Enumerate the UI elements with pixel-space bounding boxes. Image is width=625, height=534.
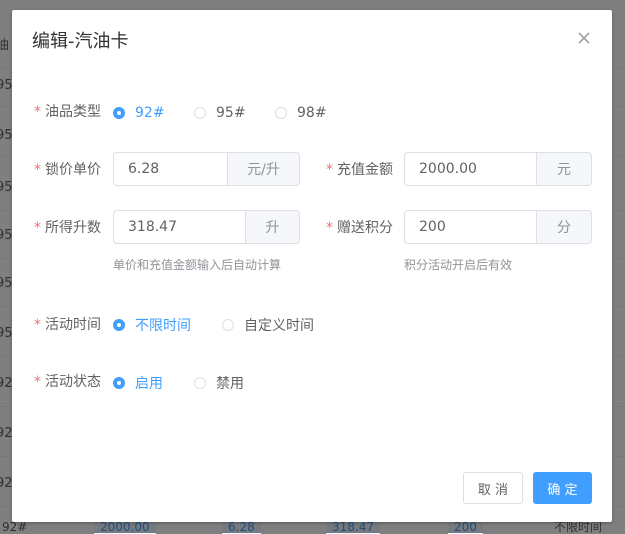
- recharge-amount-label: * 充值金额: [326, 162, 393, 178]
- lock-price-input[interactable]: [113, 152, 227, 186]
- radio-dot: [113, 377, 125, 389]
- radio-status-disabled[interactable]: 禁用: [194, 373, 244, 393]
- confirm-button[interactable]: 确 定: [533, 472, 592, 504]
- recharge-amount-input[interactable]: [404, 152, 536, 186]
- dialog-title: 编辑-汽油卡: [32, 31, 129, 52]
- close-button[interactable]: [574, 28, 594, 48]
- recharge-amount-group: 元: [404, 152, 592, 186]
- radio-time-unlimited[interactable]: 不限时间: [113, 315, 191, 335]
- radio-dot: [194, 107, 206, 119]
- liters-hint: 单价和充值金额输入后自动计算: [113, 258, 282, 272]
- edit-dialog: 编辑-汽油卡 *油品类型 92# 95# 98# *锁价单价 元/升 *充值金额…: [12, 10, 612, 522]
- recharge-amount-unit: 元: [536, 152, 592, 186]
- radio-label: 不限时间: [135, 318, 191, 334]
- lock-price-group: 元/升: [113, 152, 300, 186]
- activity-status-label: * 活动状态: [34, 374, 101, 390]
- radio-dot: [275, 107, 287, 119]
- radio-time-custom[interactable]: 自定义时间: [222, 315, 314, 335]
- close-icon: [578, 32, 590, 44]
- bonus-points-unit: 分: [536, 210, 592, 244]
- fuel-type-label: * 油品类型: [34, 104, 101, 120]
- liters-label: * 所得升数: [34, 220, 101, 236]
- liters-unit: 升: [245, 210, 300, 244]
- radio-dot: [113, 107, 125, 119]
- radio-fuel-92[interactable]: 92#: [113, 103, 165, 123]
- activity-time-label: * 活动时间: [34, 317, 101, 333]
- radio-label: 92#: [135, 105, 165, 121]
- lock-price-unit: 元/升: [227, 152, 300, 186]
- bonus-points-hint: 积分活动开启后有效: [404, 258, 513, 272]
- radio-label: 启用: [135, 376, 163, 392]
- radio-label: 自定义时间: [244, 318, 314, 334]
- cancel-button[interactable]: 取 消: [463, 472, 523, 504]
- bonus-points-input[interactable]: [404, 210, 536, 244]
- radio-dot: [113, 319, 125, 331]
- liters-group: 升: [113, 210, 300, 244]
- radio-fuel-95[interactable]: 95#: [194, 103, 246, 123]
- radio-label: 禁用: [216, 376, 244, 392]
- radio-dot: [222, 319, 234, 331]
- bonus-points-label: * 赠送积分: [326, 220, 393, 236]
- radio-label: 95#: [216, 105, 246, 121]
- radio-status-enabled[interactable]: 启用: [113, 373, 163, 393]
- liters-input[interactable]: [113, 210, 245, 244]
- lock-price-label: * 锁价单价: [34, 162, 101, 178]
- bonus-points-group: 分: [404, 210, 592, 244]
- radio-label: 98#: [297, 105, 327, 121]
- radio-dot: [194, 377, 206, 389]
- radio-fuel-98[interactable]: 98#: [275, 103, 327, 123]
